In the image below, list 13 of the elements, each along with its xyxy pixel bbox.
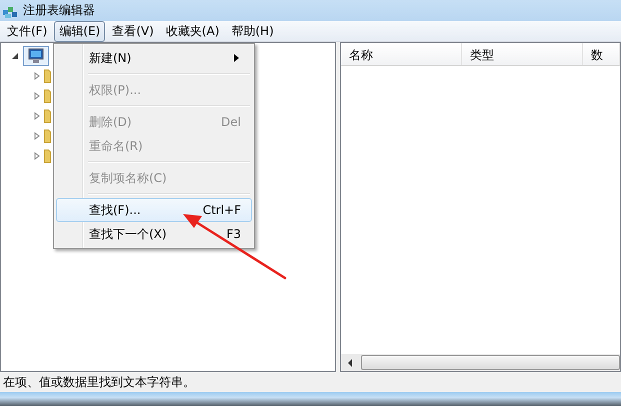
column-header[interactable]: 类型 [462,43,583,65]
column-header[interactable]: 数 [583,43,620,65]
status-text: 在项、值或数据里找到文本字符串。 [3,374,195,390]
menu-item[interactable]: 新建(N) [56,46,252,70]
window-title: 注册表编辑器 [23,2,95,19]
menu-item[interactable]: 查找下一个(X) F3 [56,222,252,246]
menu-item[interactable]: 收藏夹(A) [160,20,224,42]
menu-item[interactable]: 编辑(E) [54,20,106,42]
menu-item[interactable]: 文件(F) [2,20,52,42]
menu-item[interactable]: 帮助(H) [226,20,279,42]
menu-item[interactable]: 查看(V) [107,20,159,42]
column-header[interactable]: 名称 [341,43,462,65]
menu-item[interactable]: 查找(F)... Ctrl+F [56,198,252,222]
